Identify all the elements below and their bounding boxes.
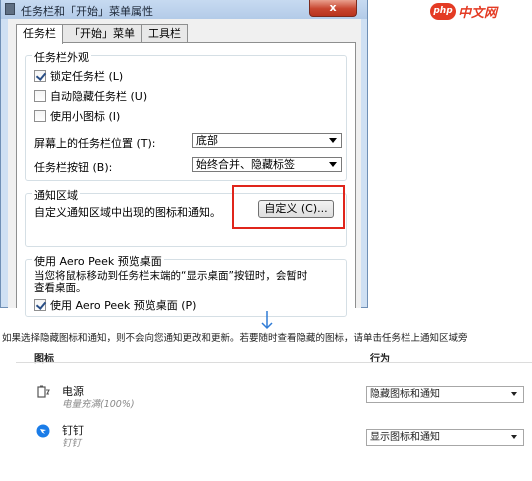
- chevron-down-icon: [511, 392, 517, 396]
- row-power-behavior-value: 隐藏图标和通知: [370, 389, 440, 400]
- peek-description-line2: 查看桌面。: [34, 282, 87, 294]
- header-divider: [16, 362, 532, 363]
- window-title: 任务栏和「开始」菜单属性: [21, 5, 153, 18]
- lock-taskbar-checkbox[interactable]: [34, 70, 46, 82]
- small-icons-label: 使用小图标 (I): [50, 110, 121, 123]
- chevron-down-icon: [329, 162, 337, 167]
- peek-group: 使用 Aero Peek 预览桌面 当您将鼠标移动到任务栏末端的“显示桌面”按钮…: [25, 253, 347, 317]
- chevron-down-icon: [329, 138, 337, 143]
- lock-taskbar-label: 锁定任务栏 (L): [50, 70, 124, 83]
- aero-peek-label: 使用 Aero Peek 预览桌面 (P): [50, 299, 197, 312]
- instruction-text: 如果选择隐藏图标和通知，则不会向您通知更改和更新。若要随时查看隐藏的图标，请单击…: [2, 333, 468, 344]
- highlight-annotation: [232, 185, 345, 229]
- watermark-badge: php: [430, 3, 456, 20]
- chevron-down-icon: [511, 435, 517, 439]
- dingtalk-icon: [36, 424, 50, 438]
- buttons-select[interactable]: 始终合并、隐藏标签: [192, 157, 342, 172]
- appearance-legend: 任务栏外观: [32, 49, 91, 65]
- small-icons-checkbox[interactable]: [34, 110, 46, 122]
- appearance-group: 任务栏外观 锁定任务栏 (L) 自动隐藏任务栏 (U) 使用小图标 (I) 屏幕…: [25, 49, 347, 181]
- buttons-label: 任务栏按钮 (B):: [34, 161, 113, 174]
- arrow-down-icon: [261, 311, 273, 330]
- row-power-behavior-select[interactable]: 隐藏图标和通知: [366, 386, 524, 403]
- aero-peek-checkbox[interactable]: [34, 299, 46, 311]
- location-value: 底部: [196, 134, 218, 147]
- location-select[interactable]: 底部: [192, 133, 342, 148]
- lock-taskbar-option[interactable]: 锁定任务栏 (L): [34, 69, 123, 83]
- close-button[interactable]: x: [309, 0, 357, 17]
- small-icons-option[interactable]: 使用小图标 (I): [34, 109, 120, 123]
- taskbar-properties-dialog: 任务栏和「开始」菜单属性 x 任务栏 「开始」菜单 工具栏 任务栏外观 锁定任务…: [0, 0, 368, 317]
- notification-description: 自定义通知区域中出现的图标和通知。: [34, 206, 221, 219]
- tab-toolbars[interactable]: 工具栏: [141, 24, 188, 43]
- buttons-value: 始终合并、隐藏标签: [196, 158, 295, 171]
- tab-taskbar[interactable]: 任务栏: [16, 24, 63, 44]
- row-dingtalk-behavior-value: 显示图标和通知: [370, 432, 440, 443]
- power-icon: [37, 385, 50, 398]
- row-dingtalk-sub: 钉钉: [62, 438, 82, 449]
- taskbar-tab-panel: 任务栏外观 锁定任务栏 (L) 自动隐藏任务栏 (U) 使用小图标 (I) 屏幕…: [16, 42, 356, 317]
- auto-hide-checkbox[interactable]: [34, 90, 46, 102]
- tab-start-menu[interactable]: 「开始」菜单: [62, 24, 142, 43]
- watermark-text: 中文网: [458, 6, 498, 21]
- peek-legend: 使用 Aero Peek 预览桌面: [32, 253, 164, 269]
- location-label: 屏幕上的任务栏位置 (T):: [34, 137, 156, 150]
- dialog-client: 任务栏 「开始」菜单 工具栏 任务栏外观 锁定任务栏 (L) 自动隐藏任务栏 (…: [8, 19, 361, 317]
- aero-peek-option[interactable]: 使用 Aero Peek 预览桌面 (P): [34, 298, 196, 312]
- window-icon: [5, 3, 15, 15]
- auto-hide-option[interactable]: 自动隐藏任务栏 (U): [34, 89, 147, 103]
- row-power-sub: 电量充满(100%): [62, 399, 135, 410]
- auto-hide-label: 自动隐藏任务栏 (U): [50, 90, 148, 103]
- notification-legend: 通知区域: [32, 187, 80, 203]
- tab-strip: 任务栏 「开始」菜单 工具栏: [16, 24, 188, 44]
- watermark-logo: php 中文网: [430, 2, 497, 21]
- row-dingtalk-behavior-select[interactable]: 显示图标和通知: [366, 429, 524, 446]
- title-bar[interactable]: 任务栏和「开始」菜单属性 x: [1, 0, 367, 19]
